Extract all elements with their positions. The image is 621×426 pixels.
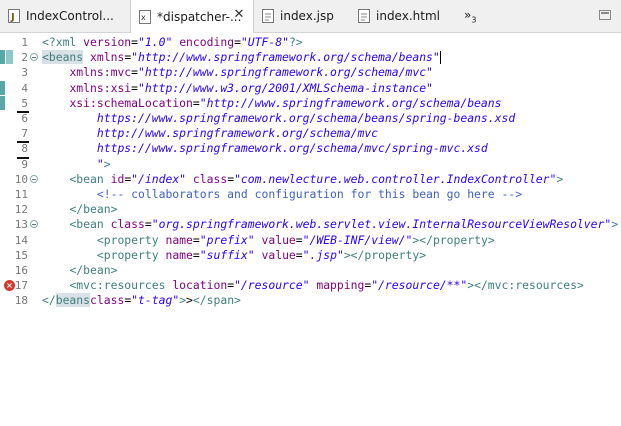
code-text[interactable]: <beans xmlns="http://www.springframework… — [42, 50, 441, 65]
line-number: 3 — [21, 66, 28, 80]
code-text[interactable]: <bean class="org.springframework.web.ser… — [42, 217, 618, 232]
line-number: 13 — [14, 218, 28, 232]
tab-label: *dispatcher-... — [157, 9, 242, 24]
text-cursor — [439, 51, 441, 65]
code-text[interactable]: </bean> — [42, 263, 117, 278]
code-text[interactable]: <property name="suffix" value=".jsp"></p… — [42, 248, 426, 263]
line-number: 12 — [14, 203, 28, 217]
svg-text:J: J — [10, 12, 15, 23]
quick-diff-marker — [6, 50, 13, 65]
tab-overflow-button[interactable]: »3 — [464, 8, 476, 24]
tab-index-jsp[interactable]: index.jsp — [254, 0, 350, 32]
code-text[interactable]: "> — [42, 157, 111, 172]
code-text[interactable]: https://www.springframework.org/schema/b… — [42, 111, 515, 126]
fold-toggle-icon[interactable] — [30, 53, 38, 62]
code-line[interactable]: 1 <?xml version="1.0" encoding="UTF-8"?> — [0, 35, 621, 50]
tab-index-html[interactable]: index.html — [350, 0, 450, 32]
line-number: 10 — [14, 172, 28, 186]
code-line[interactable]: 13 <bean class="org.springframework.web.… — [0, 217, 621, 232]
code-line[interactable]: 17 × <mvc:resources location="/resource" … — [0, 278, 621, 293]
code-text[interactable]: xmlns:xsi="http://www.w3.org/2001/XMLSch… — [42, 81, 432, 96]
code-text[interactable]: xmlns:mvc="http://www.springframework.or… — [42, 65, 432, 80]
code-line[interactable]: 6 https://www.springframework.org/schema… — [0, 111, 621, 126]
code-line[interactable]: 3 xmlns:mvc="http://www.springframework.… — [0, 65, 621, 80]
fold-toggle-icon[interactable] — [30, 174, 38, 183]
quick-diff-marker — [0, 50, 5, 65]
xml-editor[interactable]: 1 <?xml version="1.0" encoding="UTF-8"?> 2… — [0, 33, 621, 426]
jsp-file-icon — [262, 9, 274, 23]
line-number: 16 — [14, 264, 28, 277]
fold-toggle-icon[interactable] — [30, 220, 38, 229]
line-number: 11 — [14, 188, 28, 201]
code-text[interactable]: <property name="prefix" value="/WEB-INF/… — [42, 233, 495, 248]
tab-label: index.html — [376, 9, 440, 23]
code-text[interactable]: <bean id="/index" class="com.newlecture.… — [42, 172, 563, 187]
line-number: 15 — [14, 248, 28, 262]
html-file-icon — [358, 9, 370, 23]
tab-index-controller[interactable]: J IndexControl... — [0, 0, 130, 32]
close-icon[interactable]: ✕ — [233, 8, 245, 21]
line-number: 18 — [14, 294, 28, 308]
tab-label: IndexControl... — [26, 9, 114, 23]
code-text[interactable]: https://www.springframework.org/schema/m… — [42, 141, 488, 156]
code-line[interactable]: 5 xsi:schemaLocation="http://www.springf… — [0, 95, 621, 111]
quick-diff-marker — [0, 80, 5, 95]
overflow-count: 3 — [471, 15, 477, 25]
minimize-icon[interactable] — [599, 10, 611, 20]
code-text[interactable]: </beansclass="t-tag">></span> — [42, 293, 241, 308]
code-line[interactable]: 16 </bean> — [0, 263, 621, 278]
code-text[interactable]: <?xml version="1.0" encoding="UTF-8"?> — [42, 35, 303, 50]
code-text[interactable]: <mvc:resources location="/resource" mapp… — [42, 278, 583, 293]
code-line[interactable]: 12 </bean> — [0, 202, 621, 217]
tab-label: index.jsp — [280, 9, 334, 23]
tab-dispatcher-xml[interactable]: x *dispatcher-... ✕ — [130, 0, 254, 33]
line-number: 14 — [14, 233, 28, 247]
change-marker — [17, 111, 29, 113]
code-line[interactable]: 10 <bean id="/index" class="com.newlectu… — [0, 172, 621, 187]
code-line[interactable]: 15 <property name="suffix" value=".jsp">… — [0, 248, 621, 263]
change-marker — [17, 141, 29, 144]
svg-text:x: x — [141, 13, 146, 22]
xml-file-icon: x — [139, 9, 151, 24]
code-line[interactable]: 14 <property name="prefix" value="/WEB-I… — [0, 233, 621, 248]
line-number: 8 — [21, 142, 28, 156]
line-number: 9 — [21, 157, 28, 171]
code-line[interactable]: 9 "> — [0, 156, 621, 172]
code-line[interactable]: 4 xmlns:xsi="http://www.w3.org/2001/XMLS… — [0, 80, 621, 96]
code-text[interactable]: xsi:schemaLocation="http://www.springfra… — [42, 96, 501, 111]
code-line[interactable]: 18 </beansclass="t-tag">></span> — [0, 293, 621, 308]
code-text[interactable]: <!-- collaborators and configuration for… — [42, 187, 522, 202]
change-marker — [17, 156, 29, 159]
line-number: 6 — [21, 112, 28, 125]
code-text[interactable]: </bean> — [42, 202, 117, 217]
code-line[interactable]: 8 https://www.springframework.org/schema… — [0, 141, 621, 156]
code-line[interactable]: 2 <beans xmlns="http://www.springframewor… — [0, 50, 621, 65]
line-number: 7 — [21, 127, 28, 141]
code-line[interactable]: 7 http://www.springframework.org/schema/… — [0, 126, 621, 141]
quick-diff-marker — [0, 95, 5, 110]
editor-tab-bar: J IndexControl... x *dispatcher-... ✕ in… — [0, 0, 621, 33]
java-file-icon: J — [8, 9, 20, 23]
line-number: 1 — [21, 36, 28, 49]
code-line[interactable]: 11 <!-- collaborators and configuration … — [0, 187, 621, 202]
code-text[interactable]: http://www.springframework.org/schema/mv… — [42, 126, 378, 141]
